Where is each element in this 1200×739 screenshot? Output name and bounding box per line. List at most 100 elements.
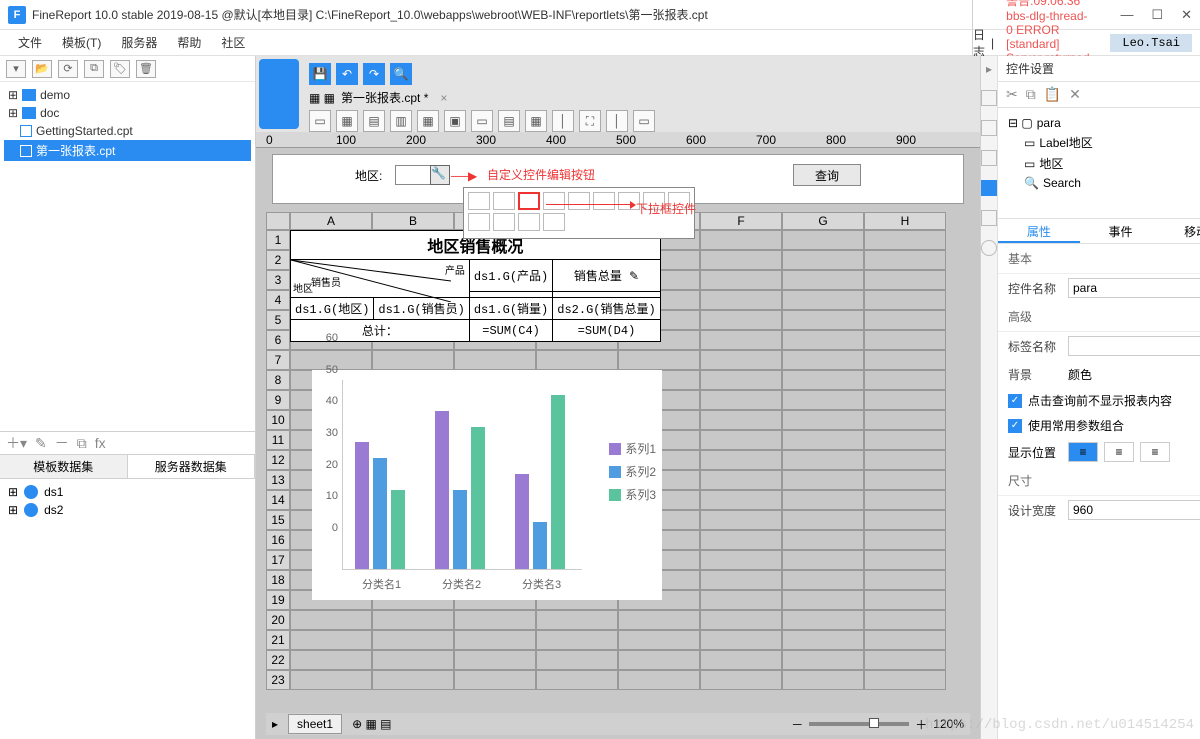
align-right[interactable]: ≡ bbox=[1140, 442, 1170, 462]
copy-ds-icon[interactable]: ⧉ bbox=[77, 435, 87, 452]
checkbox[interactable]: ✓ bbox=[1008, 419, 1022, 433]
delete-icon[interactable]: ✕ bbox=[1069, 86, 1081, 103]
widget-option-dropdown[interactable] bbox=[518, 192, 540, 210]
refresh-icon[interactable]: ⟳ bbox=[58, 60, 78, 78]
control-name-input[interactable] bbox=[1068, 278, 1200, 298]
tab-template-ds[interactable]: 模板数据集 bbox=[0, 455, 128, 478]
menu-help[interactable]: 帮助 bbox=[167, 34, 211, 51]
side-tab-3[interactable] bbox=[981, 150, 997, 166]
query-button[interactable]: 查询 bbox=[793, 164, 861, 186]
undo-icon[interactable]: ↶ bbox=[336, 63, 358, 85]
widget-btn-10[interactable]: │ bbox=[552, 110, 574, 132]
zoom-out-icon[interactable]: － bbox=[791, 716, 803, 733]
widget-btn-9[interactable]: ▦ bbox=[525, 110, 547, 132]
tab-mobile[interactable]: 移动端 bbox=[1161, 219, 1200, 243]
design-width-input[interactable] bbox=[1068, 500, 1200, 520]
widget-option[interactable] bbox=[543, 192, 565, 210]
tab-close-icon[interactable]: × bbox=[440, 91, 447, 105]
tree-file[interactable]: GettingStarted.cpt bbox=[4, 122, 251, 140]
annotation-1: 自定义控件编辑按钮 bbox=[487, 166, 595, 183]
func-ds-icon[interactable]: fx bbox=[95, 435, 106, 451]
dataset-toolbar: ＋▾ ✎ － ⧉ fx bbox=[0, 431, 255, 455]
panel-toolbar: ✂ ⧉ 📋 ✕ bbox=[998, 82, 1200, 108]
tree-node[interactable]: 🔍 Search bbox=[1004, 174, 1200, 192]
ruler: 0100200300400500600700800900 bbox=[256, 132, 980, 148]
side-tab-2[interactable] bbox=[981, 120, 997, 136]
tree-folder[interactable]: ⊞ doc bbox=[4, 104, 251, 122]
dataset-item[interactable]: ⊞ ds2 bbox=[4, 501, 251, 519]
search-icon[interactable]: 🔍 bbox=[390, 63, 412, 85]
tree-node[interactable]: ▭ 地区 bbox=[1004, 153, 1200, 174]
widget-btn-7[interactable]: ▭ bbox=[471, 110, 493, 132]
cut-icon[interactable]: ✂ bbox=[1006, 86, 1018, 103]
widget-option[interactable] bbox=[493, 192, 515, 210]
dataset-item[interactable]: ⊞ ds1 bbox=[4, 483, 251, 501]
align-center[interactable]: ≡ bbox=[1104, 442, 1134, 462]
tree-file-selected[interactable]: 第一张报表.cpt bbox=[4, 140, 251, 161]
redo-icon[interactable]: ↷ bbox=[363, 63, 385, 85]
widget-option[interactable] bbox=[593, 192, 615, 210]
side-tab-4[interactable] bbox=[981, 180, 997, 196]
save-icon[interactable]: 💾 bbox=[309, 63, 331, 85]
param-label: 地区: bbox=[355, 167, 382, 184]
widget-btn-11[interactable]: ⛶ bbox=[579, 110, 601, 132]
menu-server[interactable]: 服务器 bbox=[111, 34, 167, 51]
tree-node[interactable]: ▭ Label地区 bbox=[1004, 132, 1200, 153]
menu-template[interactable]: 模板(T) bbox=[52, 34, 111, 51]
widget-option[interactable] bbox=[543, 213, 565, 231]
widget-option[interactable] bbox=[468, 192, 490, 210]
menu-file[interactable]: 文件 bbox=[8, 34, 52, 51]
widget-option[interactable] bbox=[568, 192, 590, 210]
side-tab-5[interactable] bbox=[981, 210, 997, 226]
menu-community[interactable]: 社区 bbox=[211, 34, 255, 51]
rename-icon[interactable]: 🏷 bbox=[110, 60, 130, 78]
zoom-in-icon[interactable]: ＋ bbox=[915, 716, 927, 733]
preview-icon[interactable] bbox=[259, 59, 299, 129]
side-tab-1[interactable] bbox=[981, 90, 997, 106]
add-sheet-icon[interactable]: ⊕ ▦ ▤ bbox=[352, 717, 391, 731]
annotation-2: 下拉框控件 bbox=[636, 200, 696, 217]
widget-btn-3[interactable]: ▤ bbox=[363, 110, 385, 132]
right-sidebar: ▸ 控件设置✎ ✂ ⧉ 📋 ✕ ⊟ ▢ para ▭ Label地区 ▭ 地区 … bbox=[980, 56, 1200, 739]
new-file-icon[interactable]: ▾ bbox=[6, 60, 26, 78]
tab-events[interactable]: 事件 bbox=[1080, 219, 1162, 243]
user-badge[interactable]: Leo.Tsai bbox=[1110, 34, 1192, 52]
widget-btn-4[interactable]: ▥ bbox=[390, 110, 412, 132]
zoom-slider[interactable] bbox=[809, 722, 909, 726]
add-ds-icon[interactable]: ＋▾ bbox=[6, 433, 27, 453]
checkbox[interactable]: ✓ bbox=[1008, 394, 1022, 408]
bar-chart[interactable]: 0102030405060 系列1系列2系列3 分类名1分类名2分类名3 bbox=[312, 370, 662, 600]
tab-server-ds[interactable]: 服务器数据集 bbox=[128, 455, 256, 478]
widget-option[interactable] bbox=[518, 213, 540, 231]
widget-btn-5[interactable]: ▦ bbox=[417, 110, 439, 132]
label-name-input[interactable] bbox=[1068, 336, 1200, 356]
remove-ds-icon[interactable]: － bbox=[55, 433, 69, 453]
file-tab[interactable]: ▦ ▦ 第一张报表.cpt *× bbox=[305, 89, 659, 106]
widget-edit-button[interactable]: 🔧 bbox=[430, 165, 450, 185]
sheet-tab[interactable]: sheet1 bbox=[288, 714, 342, 734]
paste-icon[interactable]: 📋 bbox=[1044, 86, 1061, 103]
widget-btn-13[interactable]: ▭ bbox=[633, 110, 655, 132]
clone-icon[interactable]: ⧉ bbox=[84, 60, 104, 78]
param-input[interactable] bbox=[395, 165, 431, 185]
copy-icon[interactable]: ⧉ bbox=[1026, 86, 1036, 103]
align-left[interactable]: ≡ bbox=[1068, 442, 1098, 462]
widget-option[interactable] bbox=[468, 213, 490, 231]
widget-btn-6[interactable]: ▣ bbox=[444, 110, 466, 132]
widget-btn-1[interactable]: ▭ bbox=[309, 110, 331, 132]
report-table[interactable]: 地区销售概况 产品 销售员 地区 ds1.G(产品) 销售总量 ✎ bbox=[290, 230, 661, 342]
widget-btn-12[interactable]: │ bbox=[606, 110, 628, 132]
tab-props[interactable]: 属性 bbox=[998, 219, 1080, 243]
side-tab-strip: ▸ bbox=[981, 56, 998, 739]
widget-btn-2[interactable]: ▦ bbox=[336, 110, 358, 132]
design-canvas[interactable]: 地区: 🔧 ──▶ 自定义控件编辑按钮 查询 bbox=[256, 148, 980, 739]
delete-icon[interactable]: 🗑 bbox=[136, 60, 156, 78]
tree-node[interactable]: ⊟ ▢ para bbox=[1004, 114, 1200, 132]
side-tab-6[interactable] bbox=[981, 240, 997, 256]
open-folder-icon[interactable]: 📂 bbox=[32, 60, 52, 78]
edit-ds-icon[interactable]: ✎ bbox=[35, 435, 47, 452]
tree-folder[interactable]: ⊞ demo bbox=[4, 86, 251, 104]
log-sep: | bbox=[991, 36, 994, 50]
widget-option[interactable] bbox=[493, 213, 515, 231]
widget-btn-8[interactable]: ▤ bbox=[498, 110, 520, 132]
